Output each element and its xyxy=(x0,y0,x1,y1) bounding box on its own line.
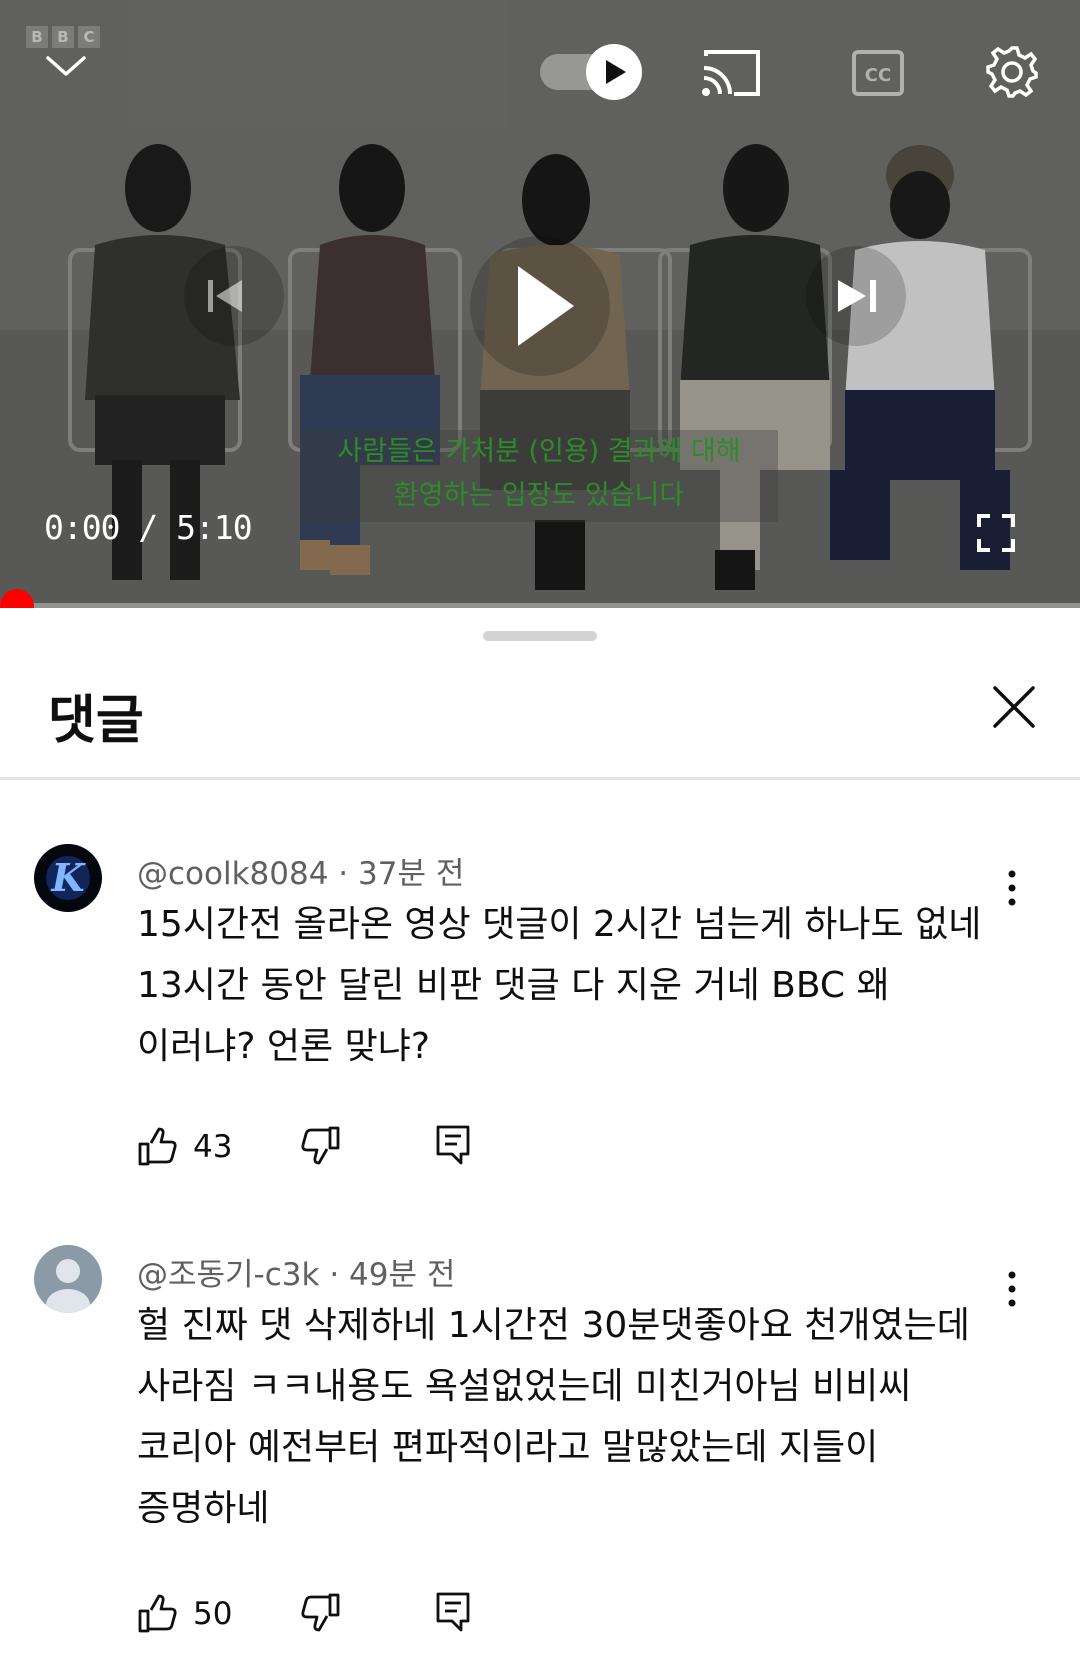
comment-line: 이러냐? 언론 맞냐? xyxy=(137,1026,430,1067)
close-icon[interactable] xyxy=(985,678,1043,736)
subtitle-caption: 사람들은 가처분 (인용) 결과에 대해 환영하는 입장도 있습니다 xyxy=(300,430,778,522)
comment-line: 증명하네 xyxy=(137,1488,270,1529)
comment-meta: @조동기-c3k · 49분 전 xyxy=(137,1257,456,1293)
thumbs-up-icon xyxy=(138,1127,177,1166)
like-count: 50 xyxy=(193,1596,233,1632)
comment-line: 13시간 동안 달린 비판 댓글 다 지운 거네 BBC 왜 xyxy=(137,965,890,1006)
like-button[interactable]: 50 xyxy=(137,1593,253,1635)
watermark-letter: B xyxy=(26,26,48,48)
autoplay-toggle[interactable] xyxy=(540,44,642,100)
reply-comment-icon xyxy=(436,1592,470,1632)
reply-button[interactable] xyxy=(435,1591,471,1637)
previous-icon[interactable] xyxy=(184,246,284,346)
comment-text: 15시간전 올라온 영상 댓글이 2시간 넘는게 하나도 없네 13시간 동안 … xyxy=(137,894,1017,1077)
divider xyxy=(0,777,1080,780)
like-count: 43 xyxy=(193,1129,233,1165)
fullscreen-icon[interactable] xyxy=(976,513,1016,553)
chevron-down-icon[interactable] xyxy=(44,52,88,80)
video-player[interactable]: B B C CC 사람들은 가처분 (인용) 결과에 대해 환영하는 입장도 있… xyxy=(0,0,1080,608)
reply-button[interactable] xyxy=(435,1124,471,1170)
play-icon[interactable] xyxy=(460,236,620,376)
comment-line: 15시간전 올라온 영상 댓글이 2시간 넘는게 하나도 없네 xyxy=(137,904,982,945)
caption-line: 환영하는 입장도 있습니다 xyxy=(393,480,685,511)
comment-meta: @coolk8084 · 37분 전 xyxy=(137,856,465,892)
avatar[interactable] xyxy=(34,1245,102,1313)
bbc-watermark: B B C xyxy=(26,26,100,48)
cast-icon[interactable] xyxy=(700,48,762,98)
comment-author[interactable]: @coolk8084 xyxy=(137,856,328,892)
time-current: 0:00 xyxy=(44,508,120,547)
watermark-letter: C xyxy=(78,26,100,48)
like-button[interactable]: 43 xyxy=(137,1126,253,1168)
time-display: 0:00 / 5:10 xyxy=(44,508,253,547)
dislike-button[interactable] xyxy=(299,1591,341,1637)
avatar[interactable]: K xyxy=(34,844,102,912)
reply-comment-icon xyxy=(436,1125,470,1165)
time-total: 5:10 xyxy=(176,508,252,547)
comment-actions: 43 xyxy=(137,1122,471,1172)
svg-text:K: K xyxy=(50,855,86,900)
svg-text:CC: CC xyxy=(865,65,891,86)
thumbs-up-icon xyxy=(138,1594,177,1633)
comment-text: 헐 진짜 댓 삭제하네 1시간전 30분댓좋아요 천개였는데 사라짐 ㅋㅋ내용도… xyxy=(137,1295,1017,1539)
comment-age: 37분 전 xyxy=(358,856,465,892)
thumbs-down-icon xyxy=(301,1126,340,1165)
cc-icon[interactable]: CC xyxy=(852,50,904,96)
caption-line: 사람들은 가처분 (인용) 결과에 대해 xyxy=(337,436,741,467)
comment-line: 코리아 예전부터 편파적이라고 말많았는데 지들이 xyxy=(137,1427,879,1468)
comment-author[interactable]: @조동기-c3k xyxy=(137,1257,319,1293)
comment-line: 사라짐 ㅋㅋ내용도 욕설없었는데 미친거아님 비비씨 xyxy=(137,1366,912,1407)
comment-actions: 50 xyxy=(137,1589,471,1639)
next-icon[interactable] xyxy=(806,246,906,346)
dislike-button[interactable] xyxy=(299,1124,341,1170)
sheet-title: 댓글 xyxy=(48,691,144,751)
comment-age: 49분 전 xyxy=(349,1257,456,1293)
drag-handle[interactable] xyxy=(483,631,597,641)
thumbs-down-icon xyxy=(301,1593,340,1632)
watermark-letter: B xyxy=(52,26,74,48)
comment-line: 헐 진짜 댓 삭제하네 1시간전 30분댓좋아요 천개였는데 xyxy=(137,1305,970,1346)
settings-gear-icon[interactable] xyxy=(984,44,1040,100)
